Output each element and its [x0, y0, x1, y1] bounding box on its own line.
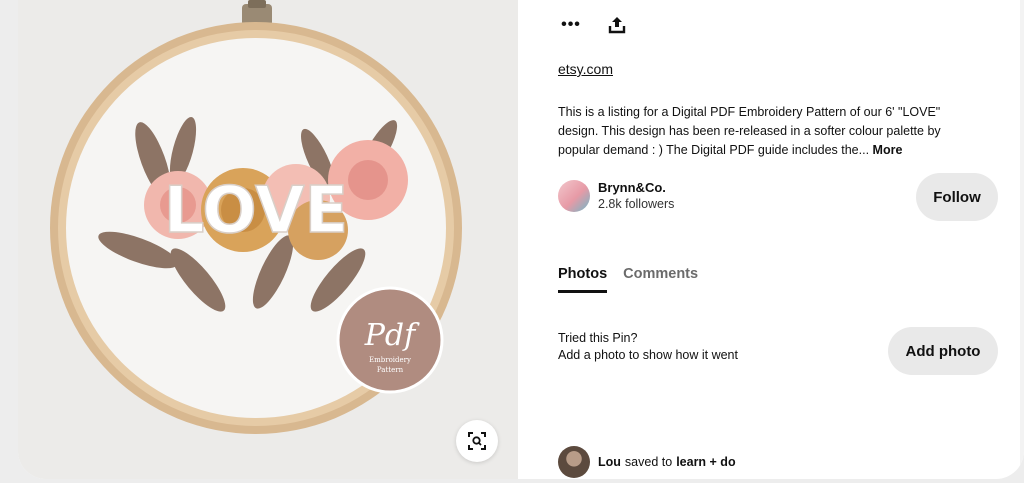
follow-button[interactable]: Follow: [916, 173, 998, 221]
svg-text:Pattern: Pattern: [377, 366, 404, 374]
share-icon: [608, 17, 626, 34]
creator-avatar[interactable]: [558, 180, 590, 212]
pin-description: This is a listing for a Digital PDF Embr…: [558, 103, 983, 160]
love-lettering: LOVE: [164, 174, 348, 248]
creator-profile[interactable]: Brynn&Co. 2.8k followers: [558, 180, 674, 212]
pin-tabs: Photos Comments: [558, 266, 698, 293]
saved-activity: Lou saved to learn + do: [558, 446, 736, 478]
tried-this-pin: Tried this Pin? Add a photo to show how …: [558, 330, 738, 364]
share-button[interactable]: [604, 12, 630, 38]
visual-search-icon: [468, 432, 486, 450]
pin-details: ••• etsy.com This is a listing for a Dig…: [558, 0, 1024, 479]
more-icon: •••: [561, 16, 581, 33]
pin-card: LOVE Pdf Embroidery Pattern ••• etsy.com…: [18, 0, 1024, 479]
svg-text:Embroidery: Embroidery: [369, 356, 411, 364]
tab-comments[interactable]: Comments: [623, 266, 698, 293]
more-link[interactable]: More: [873, 143, 903, 157]
more-options-button[interactable]: •••: [558, 12, 584, 38]
scrollbar-track[interactable]: [1020, 0, 1024, 479]
svg-text:Pdf: Pdf: [364, 318, 420, 353]
embroidery-hoop-illustration: LOVE Pdf Embroidery Pattern: [18, 0, 518, 479]
tried-subtitle: Add a photo to show how it went: [558, 348, 738, 362]
saver-name[interactable]: Lou: [598, 455, 621, 469]
tab-photos[interactable]: Photos: [558, 266, 608, 293]
saved-board-link[interactable]: learn + do: [676, 455, 735, 469]
source-link[interactable]: etsy.com: [558, 61, 613, 77]
creator-info: Brynn&Co. 2.8k followers: [598, 180, 674, 212]
add-photo-button[interactable]: Add photo: [888, 327, 998, 375]
saver-avatar[interactable]: [558, 446, 590, 478]
pdf-pattern-badge: Pdf Embroidery Pattern: [336, 286, 444, 394]
tried-title: Tried this Pin?: [558, 331, 638, 345]
pin-actions: •••: [558, 12, 630, 38]
pin-image[interactable]: LOVE Pdf Embroidery Pattern: [18, 0, 518, 479]
visual-search-button[interactable]: [456, 420, 498, 462]
saved-verb: saved to: [624, 455, 673, 469]
creator-name[interactable]: Brynn&Co.: [598, 180, 674, 196]
creator-follower-count: 2.8k followers: [598, 197, 675, 211]
